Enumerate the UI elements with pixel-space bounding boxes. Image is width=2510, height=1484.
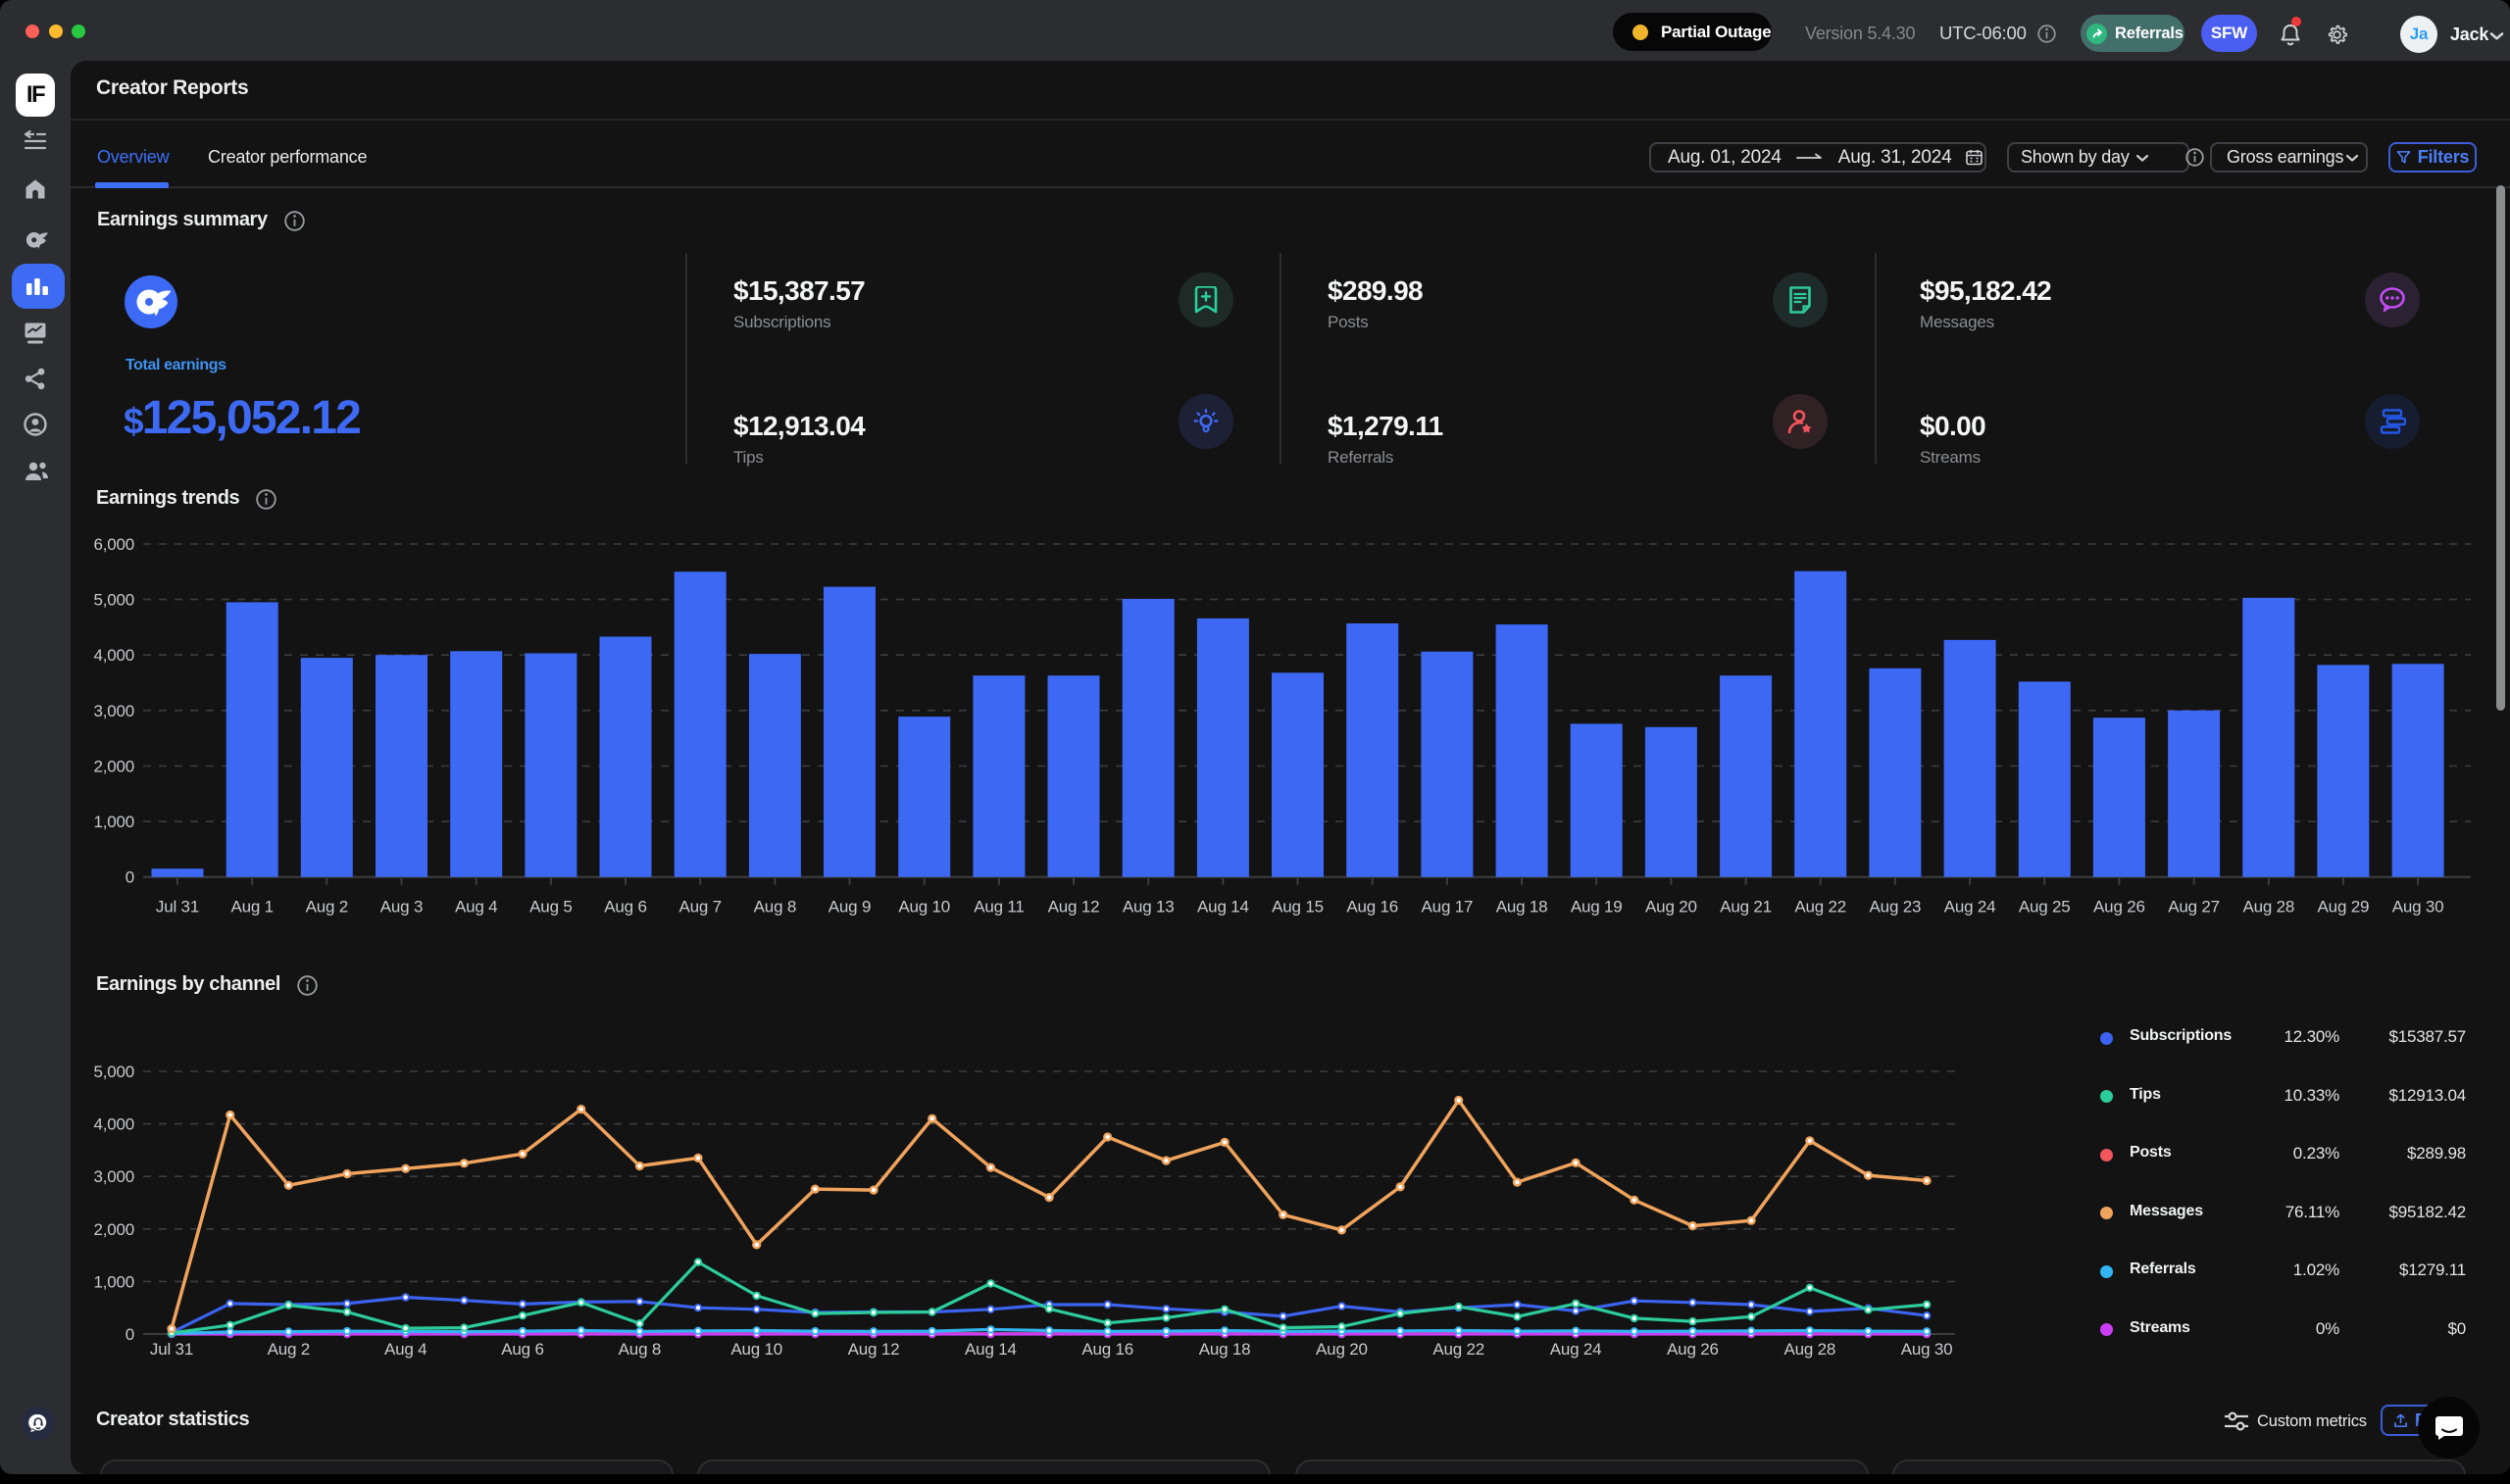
- svg-text:Aug 8: Aug 8: [619, 1340, 661, 1359]
- svg-text:Aug 4: Aug 4: [384, 1340, 427, 1359]
- svg-text:Aug 24: Aug 24: [1550, 1340, 1602, 1359]
- svg-text:Aug 12: Aug 12: [848, 1340, 900, 1359]
- svg-text:Aug 6: Aug 6: [501, 1340, 543, 1359]
- svg-text:Aug 20: Aug 20: [1316, 1340, 1368, 1359]
- svg-text:Aug 26: Aug 26: [1667, 1340, 1719, 1359]
- svg-text:2,000: 2,000: [93, 1220, 134, 1239]
- svg-text:Aug 2: Aug 2: [268, 1340, 310, 1359]
- svg-text:Aug 22: Aug 22: [1432, 1340, 1484, 1359]
- svg-text:Aug 16: Aug 16: [1081, 1340, 1133, 1359]
- svg-text:Aug 18: Aug 18: [1199, 1340, 1251, 1359]
- svg-text:Aug 10: Aug 10: [730, 1340, 782, 1359]
- svg-text:3,000: 3,000: [93, 1167, 134, 1186]
- svg-text:Aug 14: Aug 14: [965, 1340, 1017, 1359]
- svg-text:4,000: 4,000: [93, 1115, 134, 1134]
- svg-text:0: 0: [126, 1325, 134, 1344]
- svg-text:Jul 31: Jul 31: [150, 1340, 193, 1359]
- svg-text:Aug 30: Aug 30: [1901, 1340, 1953, 1359]
- svg-text:1,000: 1,000: [93, 1272, 134, 1291]
- svg-text:Aug 28: Aug 28: [1783, 1340, 1835, 1359]
- svg-text:5,000: 5,000: [93, 1063, 134, 1081]
